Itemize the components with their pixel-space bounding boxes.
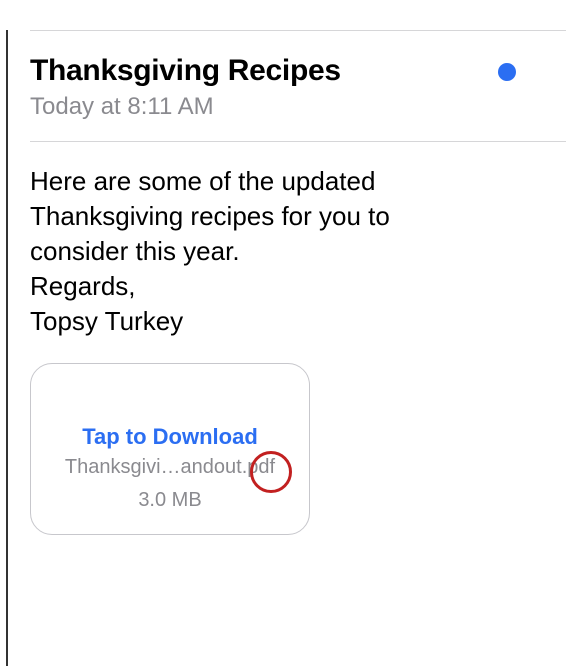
left-edge-divider bbox=[6, 30, 8, 666]
email-subject: Thanksgiving Recipes bbox=[30, 53, 566, 89]
body-line: consider this year. bbox=[30, 234, 566, 269]
body-line: Here are some of the updated bbox=[30, 164, 566, 199]
body-line: Thanksgiving recipes for you to bbox=[30, 199, 566, 234]
email-content: Thanksgiving Recipes Today at 8:11 AM He… bbox=[0, 30, 586, 535]
unread-indicator-dot bbox=[498, 63, 516, 81]
email-body: Here are some of the updated Thanksgivin… bbox=[30, 142, 566, 339]
attachment-filesize: 3.0 MB bbox=[49, 489, 291, 512]
download-action-label: Tap to Download bbox=[49, 424, 291, 450]
email-header: Thanksgiving Recipes Today at 8:11 AM bbox=[30, 31, 566, 141]
body-line: Topsy Turkey bbox=[30, 304, 566, 339]
email-timestamp: Today at 8:11 AM bbox=[30, 93, 566, 121]
body-line: Regards, bbox=[30, 269, 566, 304]
attachment-filename: Thanksgivi…andout.pdf bbox=[49, 456, 291, 479]
attachment-card[interactable]: Tap to Download Thanksgivi…andout.pdf 3.… bbox=[30, 363, 310, 535]
